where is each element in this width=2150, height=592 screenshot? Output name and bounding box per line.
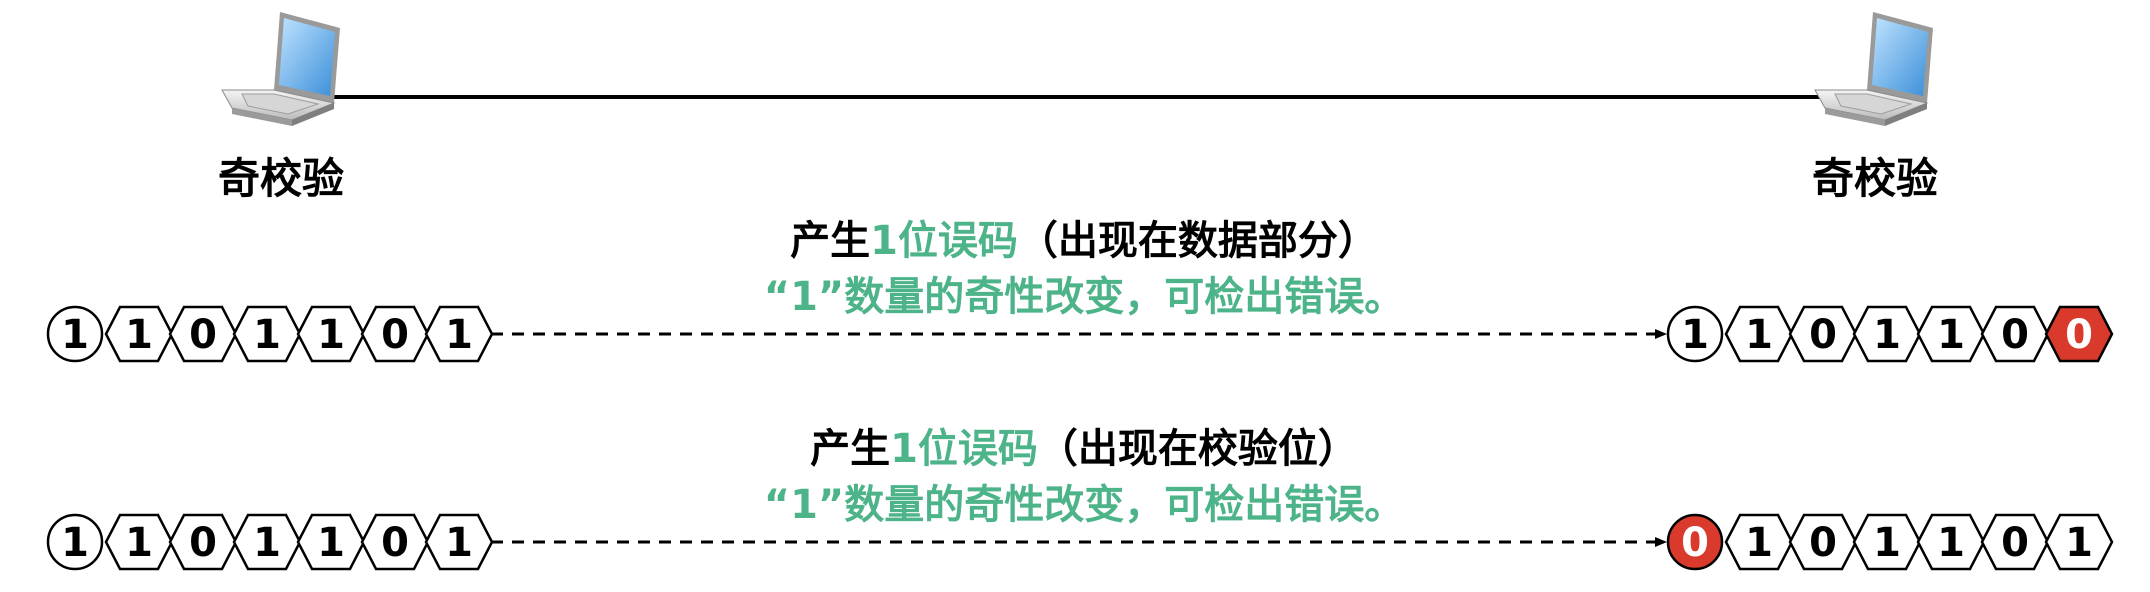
bit-label: 0 (189, 520, 217, 566)
bit-label: 1 (445, 520, 473, 566)
bit-label: 1 (2065, 520, 2093, 566)
diagram-canvas: 奇校验 奇校验 产生1位误码（出现在数据部分） “1”数量的奇性改变，可检出错误… (46, 12, 2114, 571)
bit-label: 1 (125, 312, 153, 358)
bit-label: 1 (445, 312, 473, 358)
error-bit-label: 0 (2065, 312, 2093, 358)
bit-label: 0 (1809, 312, 1837, 358)
bit-label: 1 (61, 520, 89, 566)
left-host-label: 奇校验 (218, 154, 344, 203)
bit-label: 1 (317, 312, 345, 358)
bit-label: 0 (1809, 520, 1837, 566)
bit-label: 1 (253, 312, 281, 358)
bit-label: 0 (189, 312, 217, 358)
bit-label: 1 (1937, 520, 1965, 566)
title-suffix: （出现在数据部分） (1018, 218, 1378, 264)
bit-label: 0 (381, 520, 409, 566)
error-bit-label: 0 (1681, 520, 1709, 566)
bit-label: 1 (1873, 312, 1901, 358)
bit-label: 0 (2001, 520, 2029, 566)
title-highlight: 1位误码 (890, 426, 1038, 472)
scenario-title: 产生1位误码（出现在数据部分） (790, 218, 1378, 264)
title-prefix: 产生 (790, 218, 870, 264)
title-highlight: 1位误码 (870, 218, 1018, 264)
scenario-result: “1”数量的奇性改变，可检出错误。 (764, 274, 1404, 320)
scenario-result: “1”数量的奇性改变，可检出错误。 (764, 482, 1404, 528)
bit-label: 1 (317, 520, 345, 566)
right-host-label: 奇校验 (1812, 154, 1938, 203)
bit-label: 0 (2001, 312, 2029, 358)
bit-label: 1 (1745, 312, 1773, 358)
laptop-icon (221, 12, 340, 126)
title-suffix: （出现在校验位） (1038, 426, 1358, 472)
bit-label: 1 (1873, 520, 1901, 566)
bit-label: 1 (1937, 312, 1965, 358)
bit-label: 1 (253, 520, 281, 566)
bit-label: 1 (61, 312, 89, 358)
title-prefix: 产生 (810, 426, 890, 472)
scenario-title: 产生1位误码（出现在校验位） (810, 426, 1358, 472)
bit-label: 1 (125, 520, 153, 566)
laptop-icon (1814, 12, 1933, 126)
parity-check-diagram: 奇校验 奇校验 产生1位误码（出现在数据部分） “1”数量的奇性改变，可检出错误… (0, 0, 2150, 592)
bit-label: 1 (1681, 312, 1709, 358)
bit-label: 1 (1745, 520, 1773, 566)
bit-label: 0 (381, 312, 409, 358)
